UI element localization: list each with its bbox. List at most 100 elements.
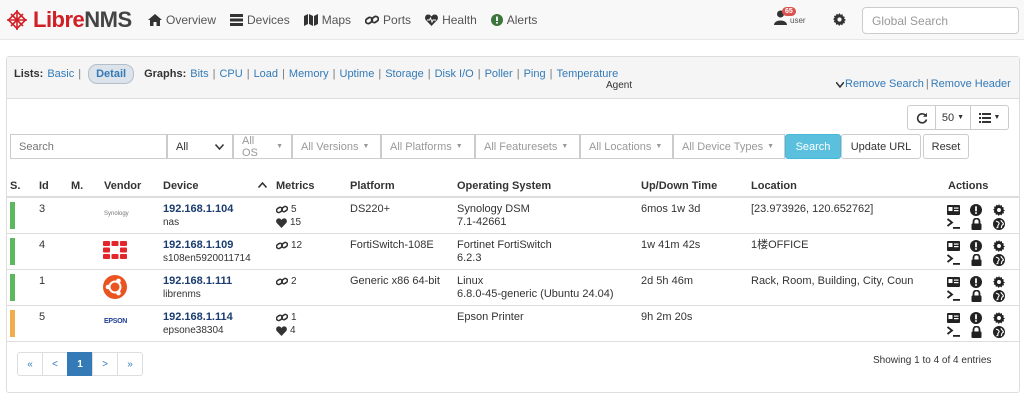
col-uptime[interactable]: Up/Down Time [641, 180, 717, 192]
update-url-button[interactable]: Update URL [841, 134, 921, 159]
device-card-icon[interactable] [945, 275, 961, 288]
device-hostname-link[interactable]: 192.168.1.104 [163, 203, 233, 216]
remove-links: Remove Search | Remove Header [845, 78, 1011, 90]
sort-asc-icon[interactable] [258, 182, 267, 188]
search-input[interactable] [10, 134, 167, 159]
terminal-icon[interactable] [945, 325, 961, 338]
lock-icon[interactable] [968, 289, 984, 302]
refresh-button[interactable] [908, 106, 936, 129]
page-current-button[interactable]: 1 [67, 352, 93, 376]
health-metric[interactable]: 4 [276, 324, 297, 337]
col-vendor[interactable]: Vendor [104, 180, 141, 192]
device-card-icon[interactable] [945, 239, 961, 252]
platforms-filter[interactable]: All Platforms ▼ [381, 134, 475, 159]
terminal-icon[interactable] [945, 289, 961, 302]
col-device[interactable]: Device [163, 180, 198, 192]
link-icon [276, 205, 288, 214]
list-basic-link[interactable]: Basic [47, 68, 74, 80]
page-prev-button[interactable]: < [42, 352, 68, 376]
versions-filter[interactable]: All Versions ▼ [292, 134, 381, 159]
nav-ports[interactable]: Ports [365, 13, 411, 27]
alert-icon[interactable] [968, 239, 984, 252]
col-location[interactable]: Location [751, 180, 797, 192]
columns-dropdown[interactable]: ▼ [971, 106, 1008, 129]
graph-storage-link[interactable]: Storage [385, 68, 424, 80]
nav-alerts[interactable]: Alerts [490, 13, 537, 27]
list-detail-button[interactable]: Detail [88, 64, 135, 84]
status-select[interactable]: All [167, 134, 233, 159]
col-id[interactable]: Id [39, 180, 49, 192]
reset-button[interactable]: Reset [923, 134, 969, 159]
nav-health[interactable]: Health [425, 13, 477, 27]
showing-entries: Showing 1 to 4 of 4 entries [873, 355, 992, 366]
device-hostname-link[interactable]: 192.168.1.111 [163, 275, 232, 288]
globe-icon[interactable] [991, 325, 1007, 338]
graph-load-link[interactable]: Load [254, 68, 278, 80]
user-menu[interactable]: 65 user [774, 7, 806, 25]
col-platform[interactable]: Platform [350, 180, 395, 192]
device-hostname-link[interactable]: 192.168.1.109 [163, 239, 251, 252]
ports-metric[interactable]: 2 [276, 275, 297, 288]
nav-overview[interactable]: Overview [148, 13, 216, 27]
global-search-input[interactable] [862, 7, 1019, 34]
settings-button[interactable] [833, 13, 846, 29]
terminal-icon[interactable] [945, 253, 961, 266]
alert-icon[interactable] [968, 311, 984, 324]
graph-ping-link[interactable]: Ping [524, 68, 546, 80]
device-card-icon[interactable] [945, 203, 961, 216]
search-button[interactable]: Search [785, 134, 841, 159]
table-row: 1 192.168.1.111 librenms 2 Generic x86 6… [7, 270, 1019, 306]
per-page-dropdown[interactable]: 50 ▼ [936, 106, 971, 129]
lock-icon[interactable] [968, 253, 984, 266]
graph-uptime-link[interactable]: Uptime [340, 68, 375, 80]
notification-badge: 65 [782, 7, 796, 16]
gear-icon[interactable] [991, 203, 1007, 216]
col-os[interactable]: Operating System [457, 180, 551, 192]
remove-header-link[interactable]: Remove Header [931, 78, 1011, 90]
page-last-button[interactable]: » [117, 352, 143, 376]
graph-cpu-link[interactable]: CPU [219, 68, 242, 80]
alert-icon[interactable] [968, 203, 984, 216]
device-card-icon[interactable] [945, 311, 961, 324]
fortinet-logo-icon [103, 241, 127, 259]
graph-bits-link[interactable]: Bits [190, 68, 208, 80]
graph-memory-link[interactable]: Memory [289, 68, 329, 80]
status-indicator [10, 238, 15, 265]
lock-icon[interactable] [968, 217, 984, 230]
ports-metric[interactable]: 1 [276, 311, 297, 324]
device-types-filter[interactable]: All Device Types ▼ [673, 134, 785, 159]
os-filter[interactable]: All OS ▼ [233, 134, 292, 159]
graph-diskio-link[interactable]: Disk I/O [435, 68, 474, 80]
alert-icon[interactable] [968, 275, 984, 288]
pagination: « < 1 > » [17, 352, 143, 376]
health-metric[interactable]: 15 [276, 216, 301, 229]
gear-icon[interactable] [991, 311, 1007, 324]
locations-filter[interactable]: All Locations ▼ [580, 134, 673, 159]
col-metrics[interactable]: Metrics [276, 180, 315, 192]
page-first-button[interactable]: « [17, 352, 43, 376]
nav-maps[interactable]: Maps [303, 13, 351, 27]
device-hostname-link[interactable]: 192.168.1.114 [163, 311, 233, 324]
page-next-button[interactable]: > [92, 352, 118, 376]
globe-icon[interactable] [991, 289, 1007, 302]
list-icon [978, 112, 991, 123]
remove-search-link[interactable]: Remove Search [845, 78, 924, 90]
ports-metric[interactable]: 5 [276, 203, 301, 216]
col-status[interactable]: S. [10, 180, 20, 192]
chevron-down-icon [215, 143, 224, 150]
lock-icon[interactable] [968, 325, 984, 338]
graph-poller-link[interactable]: Poller [485, 68, 513, 80]
featuresets-filter[interactable]: All Featuresets ▼ [475, 134, 580, 159]
agent-select[interactable]: Agent [604, 78, 844, 92]
link-icon [276, 277, 288, 286]
gear-icon[interactable] [991, 239, 1007, 252]
librenms-logo[interactable]: LibreNMS [5, 7, 132, 33]
globe-icon[interactable] [991, 253, 1007, 266]
terminal-icon[interactable] [945, 217, 961, 230]
globe-icon[interactable] [991, 217, 1007, 230]
nav-devices[interactable]: Devices [230, 13, 290, 27]
ports-metric[interactable]: 12 [276, 239, 302, 252]
col-maintenance[interactable]: M. [71, 180, 83, 192]
table-header: S. Id M. Vendor Device Metrics Platform … [7, 174, 1019, 198]
gear-icon[interactable] [991, 275, 1007, 288]
